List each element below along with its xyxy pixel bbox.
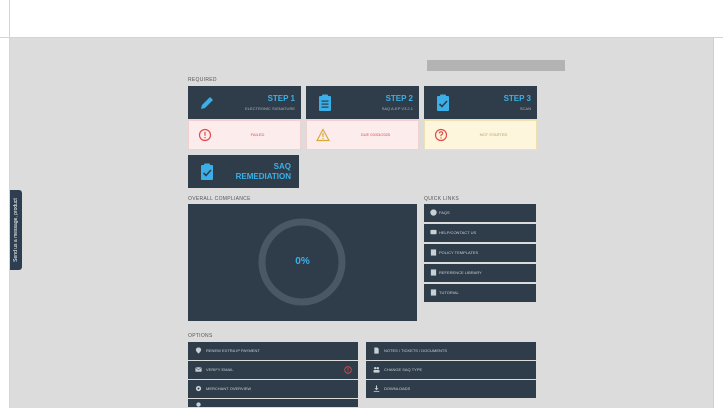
overall-compliance-panel: 0% (188, 204, 417, 321)
step-3-title: STEP 3 (503, 94, 531, 103)
pencil-icon (201, 97, 213, 109)
more-icon (196, 402, 201, 407)
step-3-status-text: NOT STARTED (479, 132, 508, 137)
step-2-status: DUE 03/03/2020 (306, 120, 419, 150)
feedback-tab-label: Send us a message, product (13, 198, 19, 262)
saq-remediation-title: SAQ REMEDIATION (236, 162, 291, 182)
saq-remediation-card[interactable]: SAQ REMEDIATION (188, 155, 299, 188)
quick-link-reference-library[interactable]: REFERENCE LIBRARY (424, 264, 536, 282)
option-label: CHANGE SAQ TYPE (384, 367, 423, 372)
option-label: NOTES / TICKETS / DOCUMENTS (384, 348, 448, 353)
step-3-card[interactable]: STEP 3 SCAN (424, 86, 537, 119)
file-icon (374, 347, 379, 354)
step-3-subtitle: SCAN (519, 106, 531, 111)
quick-link-label: TUTORIAL (439, 290, 459, 295)
compliance-percent: 0% (295, 256, 310, 267)
clipboard-check-icon (437, 94, 449, 111)
quick-links-list: FAQS HELP/CONTACT US POLICY TEMPLATES RE… (424, 204, 536, 304)
step-2-subtitle: SAQ A-EP V3.2.1 (381, 106, 413, 111)
warning-icon (316, 128, 330, 142)
quick-link-faqs[interactable]: FAQS (424, 204, 536, 222)
option-change-saq-type[interactable]: CHANGE SAQ TYPE (366, 361, 536, 379)
question-circle-icon (430, 209, 437, 216)
question-circle-icon (434, 128, 448, 142)
option-notes-tickets-documents[interactable]: NOTES / TICKETS / DOCUMENTS (366, 342, 536, 360)
document-icon (430, 249, 437, 256)
left-strip (0, 38, 10, 408)
step-1-title: STEP 1 (267, 94, 295, 103)
alert-circle-icon (198, 128, 212, 142)
feedback-tab[interactable]: Send us a message, product (10, 190, 22, 270)
location-icon (195, 347, 202, 354)
options-left-list: RENEW EXTRA IP PAYMENT VERIFY EMAIL MERC… (188, 342, 358, 408)
header-placeholder-bar (427, 60, 565, 71)
envelope-icon (195, 367, 202, 372)
option-label: MERCHANT OVERVIEW (206, 386, 252, 391)
quick-link-tutorial[interactable]: TUTORIAL (424, 284, 536, 302)
quick-link-label: HELP/CONTACT US (439, 230, 477, 235)
step-1-status: FAILED (188, 120, 301, 150)
options-right-list: NOTES / TICKETS / DOCUMENTS CHANGE SAQ T… (366, 342, 536, 399)
option-label: VERIFY EMAIL (206, 367, 234, 372)
quick-link-label: FAQS (439, 210, 450, 215)
saq-title-line1: SAQ (273, 162, 291, 171)
step-2-card[interactable]: STEP 2 SAQ A-EP V3.2.1 (306, 86, 419, 119)
top-bar (0, 0, 723, 38)
chat-icon (430, 229, 437, 235)
scrollbar[interactable] (713, 38, 723, 408)
option-merchant-overview[interactable]: MERCHANT OVERVIEW (188, 380, 358, 398)
option-verify-email[interactable]: VERIFY EMAIL (188, 361, 358, 379)
quick-link-label: POLICY TEMPLATES (439, 250, 479, 255)
download-icon (373, 385, 380, 392)
play-icon (430, 289, 437, 296)
alert-circle-icon (344, 366, 352, 374)
option-label: RENEW EXTRA IP PAYMENT (206, 348, 260, 353)
required-label: REQUIRED (188, 77, 217, 83)
clipboard-list-icon (319, 94, 331, 111)
quick-link-help[interactable]: HELP/CONTACT US (424, 224, 536, 242)
option-downloads[interactable]: DOWNLOADS (366, 380, 536, 398)
option-renew-extra-ip[interactable]: RENEW EXTRA IP PAYMENT (188, 342, 358, 360)
step-3-status: NOT STARTED (424, 120, 537, 150)
quick-link-label: REFERENCE LIBRARY (439, 270, 482, 275)
overall-compliance-label: OVERALL COMPLIANCE (188, 196, 251, 202)
gear-icon (195, 385, 202, 392)
option-label: DOWNLOADS (384, 386, 411, 391)
quick-links-label: QUICK LINKS (424, 196, 459, 202)
option-more[interactable] (188, 399, 358, 407)
users-icon (373, 366, 380, 373)
step-2-status-text: DUE 03/03/2020 (360, 132, 391, 137)
step-1-status-text: FAILED (250, 132, 265, 137)
step-1-card[interactable]: STEP 1 ELECTRONIC SIGNATURE (188, 86, 301, 119)
saq-title-line2: REMEDIATION (235, 172, 291, 181)
step-1-subtitle: ELECTRONIC SIGNATURE (245, 106, 295, 111)
book-icon (430, 269, 437, 276)
options-label: OPTIONS (188, 333, 213, 339)
top-bar-divider (9, 0, 10, 38)
quick-link-policy-templates[interactable]: POLICY TEMPLATES (424, 244, 536, 262)
step-2-title: STEP 2 (385, 94, 413, 103)
clipboard-check-icon (201, 163, 213, 180)
